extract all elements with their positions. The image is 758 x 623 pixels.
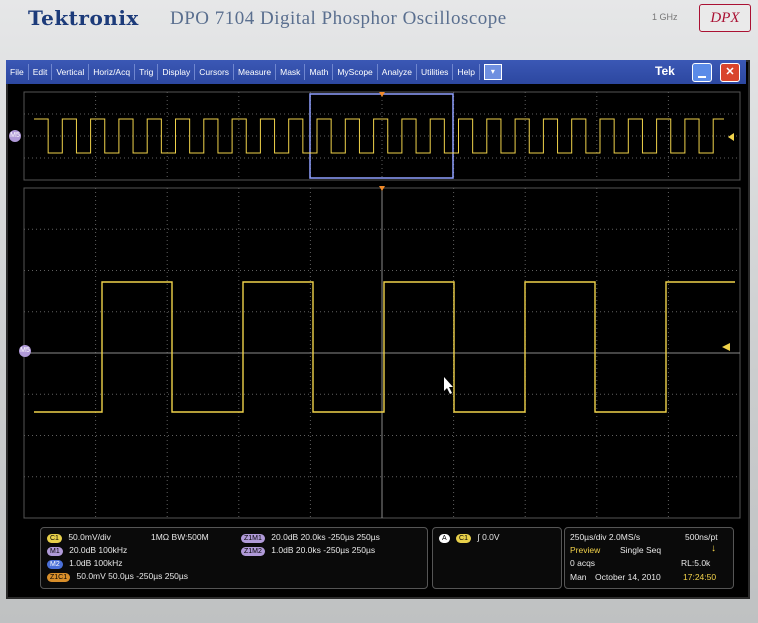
- channel-1-coupling: 1MΩ BW:500M: [151, 532, 209, 542]
- main-grid: [23, 187, 741, 519]
- math-1-badge[interactable]: M1: [47, 547, 63, 556]
- acquisition-mode: Single Seq: [620, 545, 662, 555]
- zoom-c1-scale: 50.0mV 50.0µs -250µs 250µs: [76, 571, 189, 581]
- zoom-m2-badge[interactable]: Z1M2: [241, 547, 265, 556]
- channel-1-scale: 50.0mV/div: [68, 532, 111, 542]
- channel-info-panel: C1 50.0mV/div 1MΩ BW:500M M1 20.0dB 100k…: [40, 527, 428, 589]
- trigger-source-badge[interactable]: C1: [456, 534, 471, 543]
- zoom-m1-scale: 20.0dB 20.0ks -250µs 250µs: [271, 532, 380, 542]
- time-label: 17:24:50: [683, 572, 717, 582]
- zoom-c1-badge[interactable]: Z1C1: [47, 573, 71, 582]
- acquisition-info-panel: 250µs/div 2.0MS/s 500ns/pt Preview Singl…: [564, 527, 734, 589]
- trigger-level: 0.0V: [482, 532, 500, 542]
- math-2-badge[interactable]: M2: [47, 560, 63, 569]
- acquisition-count: 0 acqs: [570, 558, 596, 568]
- channel-1-badge[interactable]: C1: [47, 534, 62, 543]
- timebase: 250µs/div 2.0MS/s: [570, 532, 641, 542]
- zoom-overview-grid: [23, 91, 741, 181]
- math-2-scale: 1.0dB 100kHz: [69, 558, 123, 568]
- main-ref-marker[interactable]: M5: [19, 345, 31, 357]
- preview-status: Preview: [570, 545, 601, 555]
- zoom-m1-badge[interactable]: Z1M1: [241, 534, 265, 543]
- zoom-m2-scale: 1.0dB 20.0ks -250µs 250µs: [271, 545, 376, 555]
- down-arrow-icon: ↓: [711, 543, 716, 554]
- rising-edge-icon: ∫: [477, 532, 480, 542]
- math-1-scale: 20.0dB 100kHz: [69, 545, 128, 555]
- sample-interval: 500ns/pt: [685, 532, 718, 542]
- date-label: October 14, 2010: [595, 572, 661, 582]
- trigger-info-panel: A C1 ∫ 0.0V: [432, 527, 562, 589]
- record-length: RL:5.0k: [681, 558, 711, 568]
- zoom-ref-marker[interactable]: M5: [9, 130, 21, 142]
- trigger-a-badge[interactable]: A: [439, 534, 450, 543]
- trigger-mode: Man: [570, 572, 587, 582]
